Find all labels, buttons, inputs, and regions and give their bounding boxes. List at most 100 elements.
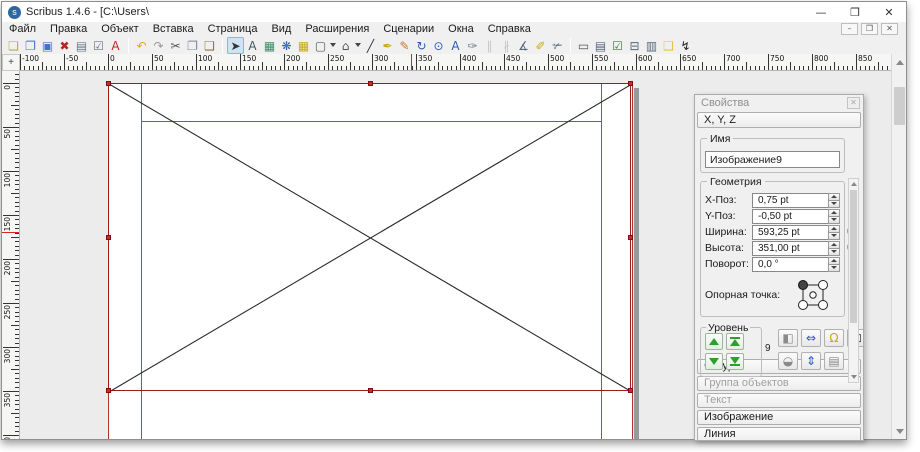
insert-table-tool[interactable]: ▦ bbox=[295, 37, 312, 54]
horizontal-ruler[interactable]: -100-50050100150200250300350400450500550… bbox=[20, 54, 891, 71]
pdf-link-annotation-tool[interactable]: ↯ bbox=[677, 37, 694, 54]
lower-to-bottom-button[interactable] bbox=[726, 353, 744, 370]
height-spinbox[interactable]: 351,00 pt bbox=[752, 241, 840, 256]
menu-вставка[interactable]: Вставка bbox=[146, 22, 201, 36]
pdf-push-button-tool[interactable]: ▭ bbox=[575, 37, 592, 54]
menu-сценарии[interactable]: Сценарии bbox=[376, 22, 441, 36]
main-vertical-scrollbar[interactable] bbox=[891, 54, 906, 439]
width-spin-up-button[interactable] bbox=[828, 225, 840, 233]
scroll-down-button[interactable] bbox=[892, 423, 907, 439]
insert-text-frame-tool[interactable]: A bbox=[244, 37, 261, 54]
width-value[interactable]: 593,25 pt bbox=[752, 225, 828, 240]
menu-окна[interactable]: Окна bbox=[441, 22, 481, 36]
raise-to-top-button[interactable] bbox=[726, 333, 744, 350]
insert-shape-tool[interactable]: ▢ bbox=[312, 37, 329, 54]
rotation-spin-down-button[interactable] bbox=[828, 265, 840, 272]
y-pos-value[interactable]: -0,50 pt bbox=[752, 209, 828, 224]
insert-shape-tool-dropdown-icon[interactable] bbox=[330, 43, 336, 47]
pdf-list-box-tool[interactable]: ▥ bbox=[643, 37, 660, 54]
y-pos-spin-up-button[interactable] bbox=[828, 209, 840, 217]
open-document-button[interactable]: ❐ bbox=[22, 37, 39, 54]
lower-button[interactable] bbox=[705, 353, 723, 370]
scroll-up-button[interactable] bbox=[892, 54, 907, 70]
paste-button[interactable]: ❑ bbox=[201, 37, 218, 54]
scroll-thumb[interactable] bbox=[894, 87, 905, 125]
lock-button[interactable]: Ω bbox=[824, 329, 844, 347]
insert-polygon-tool[interactable]: ⌂ bbox=[337, 37, 354, 54]
menu-справка[interactable]: Справка bbox=[481, 22, 538, 36]
panel-scroll-thumb[interactable] bbox=[850, 190, 857, 323]
insert-polygon-tool-dropdown-icon[interactable] bbox=[355, 43, 361, 47]
preflight-verifier-button[interactable]: ☑ bbox=[90, 37, 107, 54]
flip-vertical-button[interactable]: ⇕ bbox=[801, 352, 821, 370]
eye-dropper-tool[interactable]: ✃ bbox=[549, 37, 566, 54]
new-document-button[interactable]: ❏ bbox=[5, 37, 22, 54]
handle-middle-left[interactable] bbox=[106, 235, 111, 240]
handle-bottom-right[interactable] bbox=[628, 388, 633, 393]
edit-contents-tool[interactable]: A bbox=[447, 37, 464, 54]
pdf-text-field-tool[interactable]: ▤ bbox=[592, 37, 609, 54]
measurements-tool[interactable]: ∡ bbox=[515, 37, 532, 54]
raise-button[interactable] bbox=[705, 333, 723, 350]
menu-файл[interactable]: Файл bbox=[2, 22, 43, 36]
mirror-vertical-button[interactable]: ◒ bbox=[778, 352, 798, 370]
insert-bezier-tool[interactable]: ✒ bbox=[379, 37, 396, 54]
print-document-button[interactable]: ▤ bbox=[73, 37, 90, 54]
mdi-restore-button[interactable]: ❐ bbox=[861, 23, 878, 35]
mirror-horizontal-button[interactable]: ◧ bbox=[778, 329, 798, 347]
handle-bottom-left[interactable] bbox=[106, 388, 111, 393]
select-item-tool[interactable]: ➤ bbox=[227, 37, 244, 54]
selected-image-frame[interactable] bbox=[108, 83, 631, 391]
x-pos-value[interactable]: 0,75 pt bbox=[752, 193, 828, 208]
section-линия[interactable]: Линия bbox=[697, 427, 861, 441]
menu-страница[interactable]: Страница bbox=[201, 22, 265, 36]
x-pos-spin-down-button[interactable] bbox=[828, 201, 840, 208]
edit-text-story-tool[interactable]: ✑ bbox=[464, 37, 481, 54]
copy-button[interactable]: ❐ bbox=[184, 37, 201, 54]
menu-расширения[interactable]: Расширения bbox=[298, 22, 376, 36]
panel-scroll-up-button[interactable] bbox=[849, 179, 858, 189]
pdf-checkbox-tool[interactable]: ☑ bbox=[609, 37, 626, 54]
rotate-item-tool[interactable]: ↻ bbox=[413, 37, 430, 54]
flip-horizontal-button[interactable]: ⇔ bbox=[801, 329, 821, 347]
y-pos-spinbox[interactable]: -0,50 pt bbox=[752, 209, 840, 224]
export-pdf-button[interactable]: A bbox=[107, 37, 124, 54]
height-value[interactable]: 351,00 pt bbox=[752, 241, 828, 256]
pdf-combo-box-tool[interactable]: ⊟ bbox=[626, 37, 643, 54]
tab-xyz[interactable]: X, Y, Z bbox=[697, 112, 861, 128]
copy-item-properties-tool[interactable]: ✐ bbox=[532, 37, 549, 54]
redo-button[interactable]: ↷ bbox=[150, 37, 167, 54]
menu-объект[interactable]: Объект bbox=[94, 22, 145, 36]
height-spin-down-button[interactable] bbox=[828, 249, 840, 256]
section-изображение[interactable]: Изображение bbox=[697, 410, 861, 425]
name-field[interactable]: Изображение9 bbox=[705, 151, 840, 168]
save-document-button[interactable]: ▣ bbox=[39, 37, 56, 54]
restore-button[interactable]: ❐ bbox=[838, 2, 872, 22]
width-spinbox[interactable]: 593,25 pt bbox=[752, 225, 840, 240]
panel-scroll-down-button[interactable] bbox=[849, 372, 858, 382]
pdf-text-annotation-tool[interactable]: ❑ bbox=[660, 37, 677, 54]
basepoint-selector[interactable] bbox=[794, 278, 832, 312]
handle-middle-right[interactable] bbox=[628, 235, 633, 240]
handle-top-left[interactable] bbox=[106, 81, 111, 86]
close-button[interactable]: ✕ bbox=[872, 2, 906, 22]
minimize-button[interactable]: — bbox=[804, 2, 838, 22]
y-pos-spin-down-button[interactable] bbox=[828, 217, 840, 224]
printing-button[interactable]: ▤ bbox=[824, 352, 844, 370]
panel-close-icon[interactable]: ✕ bbox=[847, 97, 860, 109]
width-spin-down-button[interactable] bbox=[828, 233, 840, 240]
cut-button[interactable]: ✂ bbox=[167, 37, 184, 54]
height-spin-up-button[interactable] bbox=[828, 241, 840, 249]
handle-top-right[interactable] bbox=[628, 81, 633, 86]
menu-правка[interactable]: Правка bbox=[43, 22, 94, 36]
insert-render-frame-tool[interactable]: ❋ bbox=[278, 37, 295, 54]
insert-line-tool[interactable]: ╱ bbox=[362, 37, 379, 54]
ruler-origin[interactable]: + bbox=[2, 54, 20, 71]
handle-bottom-center[interactable] bbox=[368, 388, 373, 393]
rotation-spinbox[interactable]: 0,0 ° bbox=[752, 257, 840, 272]
panel-title-bar[interactable]: Свойства ✕ bbox=[695, 95, 863, 111]
handle-top-center[interactable] bbox=[368, 81, 373, 86]
close-document-button[interactable]: ✖ bbox=[56, 37, 73, 54]
insert-image-frame-tool[interactable]: ▦ bbox=[261, 37, 278, 54]
mdi-minimize-button[interactable]: – bbox=[841, 23, 858, 35]
